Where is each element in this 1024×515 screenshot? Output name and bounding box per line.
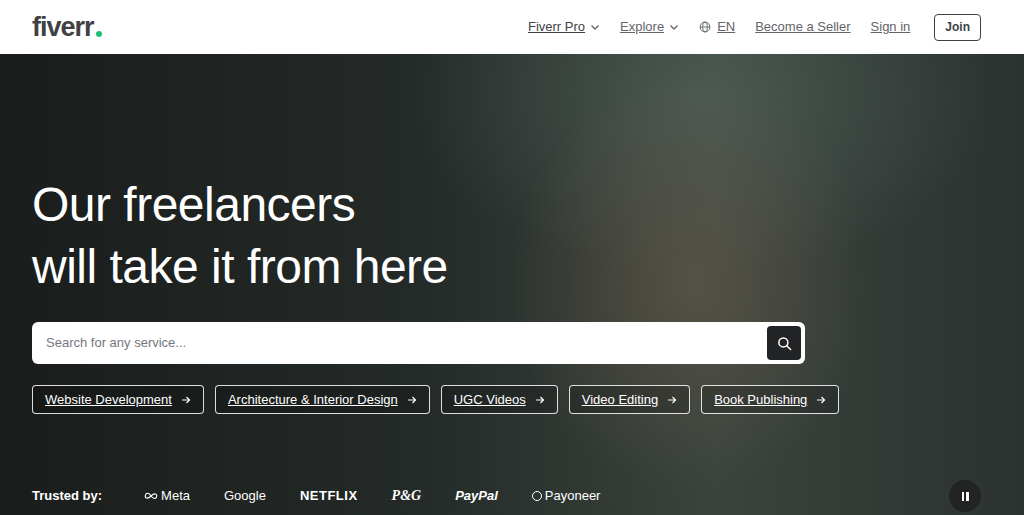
brand-name: Meta <box>161 488 190 504</box>
chip-label: Book Publishing <box>714 392 807 407</box>
brand-name: Google <box>224 488 266 504</box>
search-bar <box>32 322 805 364</box>
nav-links: Fiverr Pro Explore EN Become a Seller Sign i… <box>528 14 981 41</box>
chip-label: Website Development <box>45 392 172 407</box>
arrow-right-icon <box>667 395 677 405</box>
join-button[interactable]: Join <box>934 14 981 41</box>
brand-logo: Meta <box>144 488 190 504</box>
headline-line: Our freelancers <box>32 174 1024 236</box>
pause-bar-icon <box>962 492 965 501</box>
top-navbar: fiverr Fiverr Pro Explore EN Become a Seller… <box>0 0 1024 54</box>
magnifier-icon <box>777 336 792 351</box>
brand-name: Payoneer <box>545 488 601 504</box>
fiverr-logo[interactable]: fiverr <box>32 14 102 41</box>
arrow-right-icon <box>816 395 826 405</box>
category-chips: Website Development Architecture & Interi… <box>32 385 1024 414</box>
chevron-down-icon <box>669 22 679 32</box>
search-input[interactable] <box>44 332 767 354</box>
brand-logo: Google <box>224 488 266 504</box>
brand-logo: NETFLIX <box>300 488 358 505</box>
nav-label: Sign in <box>871 18 911 36</box>
trusted-label: Trusted by: <box>32 486 102 506</box>
payoneer-ring-icon <box>532 491 542 501</box>
nav-label: Become a Seller <box>755 18 850 36</box>
pause-bar-icon <box>966 492 969 501</box>
category-chip[interactable]: Video Editing <box>569 385 690 414</box>
arrow-right-icon <box>535 395 545 405</box>
trusted-by-row: Trusted by: Meta Google NETFLIX P&G PayPal Pay… <box>0 479 1024 515</box>
category-chip[interactable]: UGC Videos <box>441 385 558 414</box>
chevron-down-icon <box>590 22 600 32</box>
category-chip[interactable]: Architecture & Interior Design <box>215 385 430 414</box>
nav-item[interactable]: EN <box>699 18 735 36</box>
brand-logo: PayPal <box>455 488 498 504</box>
nav-item[interactable]: Sign in <box>871 18 911 36</box>
hero-video: Our freelancerswill take it from here Web… <box>0 54 1024 515</box>
chip-label: Architecture & Interior Design <box>228 392 398 407</box>
logo-dot-icon <box>96 31 102 37</box>
logo-text: fiverr <box>32 14 94 41</box>
hero-headline: Our freelancerswill take it from here <box>32 174 1024 298</box>
pause-button[interactable] <box>949 480 981 512</box>
nav-item[interactable]: Become a Seller <box>755 18 850 36</box>
nav-item[interactable]: Explore <box>620 18 679 36</box>
nav-label: Fiverr Pro <box>528 18 585 36</box>
category-chip[interactable]: Website Development <box>32 385 204 414</box>
meta-infinity-icon <box>144 490 158 502</box>
brand-name: NETFLIX <box>300 488 358 505</box>
nav-label: EN <box>717 18 735 36</box>
brand-logo: P&G <box>392 488 422 504</box>
search-button[interactable] <box>767 326 801 360</box>
brand-name: P&G <box>392 488 422 504</box>
brand-name: PayPal <box>455 488 498 504</box>
nav-label: Explore <box>620 18 664 36</box>
arrow-right-icon <box>407 395 417 405</box>
chip-label: UGC Videos <box>454 392 526 407</box>
arrow-right-icon <box>181 395 191 405</box>
headline-line: will take it from here <box>32 236 1024 298</box>
brand-list: Meta Google NETFLIX P&G PayPal Payoneer <box>144 488 600 504</box>
brand-logo: Payoneer <box>532 488 601 504</box>
globe-icon <box>699 21 711 33</box>
category-chip[interactable]: Book Publishing <box>701 385 839 414</box>
nav-item[interactable]: Fiverr Pro <box>528 18 600 36</box>
chip-label: Video Editing <box>582 392 658 407</box>
